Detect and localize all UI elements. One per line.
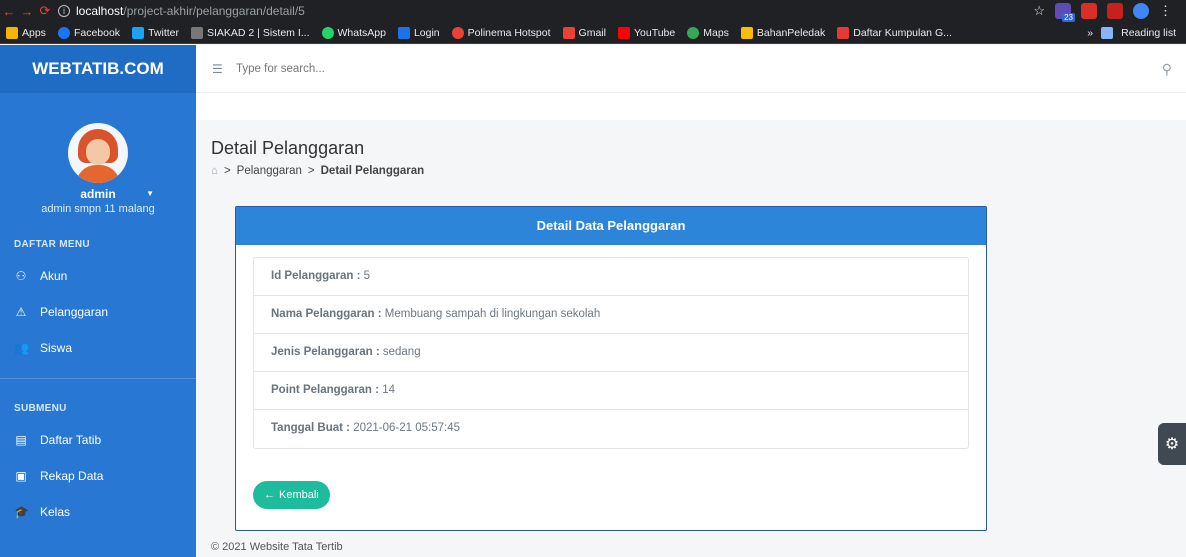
bookmark-item[interactable]: Gmail — [562, 26, 606, 39]
breadcrumb: ⌂ > Pelanggaran > Detail Pelanggaran — [211, 165, 424, 177]
reading-list-icon — [1101, 26, 1114, 39]
apps-icon — [6, 26, 18, 39]
list-icon: ▤ — [15, 433, 27, 447]
user-menu-toggle[interactable]: admin ▼ — [0, 187, 196, 201]
browser-toolbar: ← → ⟳ i localhost/project-akhir/pelangga… — [0, 0, 1186, 22]
user-account-icon[interactable]: ⚲ — [1162, 61, 1172, 78]
bookmarks-bar: Apps Facebook Twitter SIAKAD 2 | Sistem … — [0, 22, 1186, 44]
user-role: admin smpn 11 malang — [41, 203, 155, 215]
home-icon[interactable]: ⌂ — [211, 165, 218, 177]
siakad-icon — [190, 26, 203, 39]
extension-icon[interactable] — [1081, 3, 1097, 19]
top-header: ☰ ⚲ — [196, 45, 1186, 120]
bookmark-item[interactable]: Maps — [687, 26, 729, 39]
url-host: localhost — [76, 4, 124, 18]
bookmark-item[interactable]: Apps — [6, 26, 46, 39]
sidebar-item-kelas[interactable]: 🎓 Kelas — [0, 494, 196, 530]
sidebar-item-pelanggaran[interactable]: ⚠ Pelanggaran — [0, 294, 196, 330]
breadcrumb-item[interactable]: Pelanggaran — [237, 165, 302, 177]
reading-list-button[interactable]: Reading list — [1121, 27, 1176, 39]
login-icon — [397, 26, 410, 39]
back-button[interactable]: ← Kembali — [253, 481, 330, 509]
breadcrumb-separator: > — [307, 165, 315, 177]
sidebar-item-rekap-data[interactable]: ▣ Rekap Data — [0, 458, 196, 494]
bookmark-item[interactable]: YouTube — [617, 26, 675, 39]
sidebar: WEBTATIB.COM admin ▼ admin smpn 11 malan… — [0, 45, 196, 557]
sidebar-item-siswa[interactable]: 👥 Siswa — [0, 330, 196, 366]
bookmark-item[interactable]: BahanPeledak — [740, 26, 825, 39]
avatar — [68, 123, 128, 183]
brand-logo[interactable]: WEBTATIB.COM — [0, 45, 196, 93]
menu-section-title: DAFTAR MENU — [14, 239, 90, 250]
hotspot-icon — [451, 26, 464, 39]
forward-icon[interactable]: → — [18, 4, 36, 19]
submenu-section-title: SUBMENU — [14, 403, 67, 414]
breadcrumb-separator: > — [223, 165, 231, 177]
list-item: Id Pelanggaran : 5 — [254, 258, 968, 296]
user-icon: ⚇ — [15, 269, 27, 283]
menu-dots-icon[interactable]: ⋮ — [1159, 3, 1172, 19]
bookmark-item[interactable]: SIAKAD 2 | Sistem I... — [190, 26, 310, 39]
bookmark-item[interactable]: Daftar Kumpulan G... — [837, 26, 952, 39]
footer: © 2021 Website Tata Tertib — [211, 541, 343, 553]
reload-icon[interactable]: ⟳ — [36, 3, 54, 19]
list-item: Jenis Pelanggaran : sedang — [254, 334, 968, 372]
users-icon: 👥 — [14, 341, 29, 355]
card-title: Detail Data Pelanggaran — [236, 207, 986, 245]
folder-icon — [740, 26, 753, 39]
bookmark-item[interactable]: Twitter — [132, 26, 179, 39]
back-icon[interactable]: ← — [0, 4, 18, 19]
user-profile: admin ▼ admin smpn 11 malang — [0, 93, 196, 215]
bookmark-item[interactable]: Polinema Hotspot — [451, 26, 551, 39]
profile-avatar[interactable] — [1133, 3, 1149, 19]
graduation-icon: 🎓 — [14, 505, 29, 519]
info-icon[interactable]: i — [58, 5, 70, 17]
sidebar-item-daftar-tatib[interactable]: ▤ Daftar Tatib — [0, 422, 196, 458]
extension-badge: 23 — [1062, 13, 1075, 22]
bookmark-item[interactable]: WhatsApp — [321, 26, 386, 39]
bookmark-item[interactable]: Login — [397, 26, 440, 39]
extension-icon[interactable] — [1107, 3, 1123, 19]
arrow-left-icon: ← — [264, 489, 275, 501]
sidebar-item-akun[interactable]: ⚇ Akun — [0, 258, 196, 294]
address-bar[interactable]: i localhost/project-akhir/pelanggaran/de… — [58, 2, 1033, 20]
list-item: Tanggal Buat : 2021-06-21 05:57:45 — [271, 422, 461, 434]
maps-icon — [687, 26, 700, 39]
extension-icon[interactable]: 23 — [1055, 3, 1075, 22]
whatsapp-icon — [321, 26, 334, 39]
star-icon[interactable]: ☆ — [1033, 3, 1045, 19]
bookmarks-overflow[interactable]: » — [1087, 27, 1093, 39]
page-title: Detail Pelanggaran — [211, 138, 365, 158]
warning-icon: ⚠ — [15, 305, 27, 319]
user-name: admin — [80, 187, 116, 201]
list-item: Point Pelanggaran : 14 — [254, 372, 968, 410]
settings-gear-icon[interactable]: ⚙ — [1158, 423, 1186, 465]
search-input[interactable] — [236, 62, 536, 75]
bookmark-item[interactable]: Facebook — [57, 26, 120, 39]
list-item: Nama Pelanggaran : Membuang sampah di li… — [254, 296, 968, 334]
detail-list: Id Pelanggaran : 5 Nama Pelanggaran : Me… — [253, 257, 969, 449]
menu-toggle-icon[interactable]: ☰ — [212, 62, 224, 76]
url-path: /project-akhir/pelanggaran/detail/5 — [123, 4, 305, 18]
gmail-icon — [562, 26, 575, 39]
youtube-icon — [617, 26, 630, 39]
save-icon: ▣ — [15, 469, 27, 483]
bookmark-icon — [837, 26, 850, 39]
main-content: Detail Pelanggaran ⌂ > Pelanggaran > Det… — [196, 120, 1186, 557]
breadcrumb-current: Detail Pelanggaran — [320, 165, 425, 177]
caret-down-icon: ▼ — [146, 189, 154, 198]
twitter-icon — [132, 26, 145, 39]
detail-card: Detail Data Pelanggaran Id Pelanggaran :… — [235, 206, 987, 531]
sidebar-divider — [0, 378, 196, 379]
facebook-icon — [57, 26, 70, 39]
